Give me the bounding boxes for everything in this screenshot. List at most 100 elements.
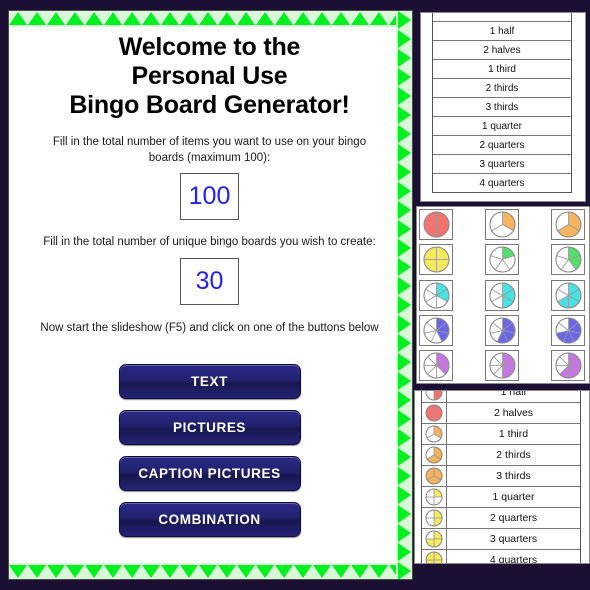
border-triangle	[398, 429, 411, 447]
border-triangle	[218, 12, 236, 25]
border-triangle	[161, 12, 179, 25]
word-list-row: 1 quarter	[433, 117, 571, 136]
fraction-pie-icon	[422, 391, 447, 402]
page-title: Welcome to the Personal Use Bingo Board …	[25, 33, 394, 120]
word-list-row: 4 quarters	[479, 177, 525, 189]
border-triangle	[104, 565, 122, 578]
word-list-row: 3 quarters	[433, 155, 571, 174]
main-slide: Welcome to the Personal Use Bingo Board …	[8, 10, 413, 580]
fraction-pie-icon	[422, 487, 447, 507]
caption-list-row: 3 thirds	[422, 466, 580, 487]
border-triangle	[398, 49, 411, 67]
border-triangle	[398, 543, 411, 561]
fraction-pie-icon	[422, 508, 447, 528]
fraction-pie-cell	[419, 279, 453, 311]
caption-list: 1 half 2 halves 1 third 2 thirds 3 thirds 1 q…	[421, 391, 581, 564]
fraction-pie-cell	[485, 314, 519, 346]
bottom-triangle-border	[9, 563, 412, 579]
caption-list-row: 1 half	[422, 391, 580, 403]
border-triangle	[398, 372, 411, 390]
fraction-pie-icon	[422, 424, 447, 444]
items-count-input[interactable]: 100	[180, 173, 239, 221]
picture-grid-preview-panel[interactable]	[416, 206, 590, 384]
border-triangle	[275, 565, 293, 578]
text-button[interactable]: TEXT	[118, 363, 301, 399]
presentation-screen: Welcome to the Personal Use Bingo Board …	[0, 0, 590, 590]
caption-list-label: 2 quarters	[489, 512, 538, 524]
fraction-pie-cell	[419, 350, 453, 381]
border-triangle	[398, 220, 411, 238]
border-triangle	[398, 391, 411, 409]
fraction-pie-icon	[422, 466, 447, 486]
border-triangle	[104, 12, 122, 25]
border-triangle	[398, 448, 411, 466]
caption-list-label: 2 thirds	[496, 449, 531, 461]
border-triangle	[294, 565, 312, 578]
fraction-pie-icon	[422, 529, 447, 549]
border-triangle	[66, 12, 84, 25]
caption-list-row: 1 quarter	[422, 487, 580, 508]
fraction-pie-cell	[485, 279, 519, 311]
fraction-pie-cell	[551, 279, 585, 311]
slideshow-instruction: Now start the slideshow (F5) and click o…	[40, 321, 379, 334]
border-triangle	[398, 296, 411, 314]
picture-grid-column	[551, 209, 587, 381]
border-triangle	[313, 12, 331, 25]
border-triangle	[398, 562, 411, 579]
border-triangle	[398, 467, 411, 485]
fraction-pie-cell	[419, 244, 453, 276]
border-triangle	[398, 106, 411, 124]
border-triangle	[398, 239, 411, 257]
border-triangle	[332, 12, 350, 25]
fraction-pie-cell	[551, 244, 585, 276]
word-list-row: 2 halves	[433, 41, 571, 60]
border-triangle	[398, 315, 411, 333]
caption-list-label: 3 quarters	[489, 533, 538, 545]
slide-content: Welcome to the Personal Use Bingo Board …	[25, 29, 394, 561]
action-button-group: TEXT PICTURES CAPTION PICTURES COMBINATI…	[25, 363, 394, 537]
border-triangle	[351, 12, 369, 25]
border-triangle	[398, 11, 411, 29]
border-triangle	[398, 486, 411, 504]
top-triangle-border	[9, 11, 412, 27]
pictures-button[interactable]: PICTURES	[118, 409, 301, 445]
border-triangle	[47, 12, 65, 25]
border-triangle	[199, 565, 217, 578]
word-list-row: 2 quarters	[433, 136, 571, 155]
border-triangle	[28, 12, 46, 25]
combination-button[interactable]: COMBINATION	[118, 501, 301, 537]
border-triangle	[237, 565, 255, 578]
fraction-pie-cell	[485, 209, 519, 240]
border-triangle	[398, 353, 411, 371]
caption-pictures-button[interactable]: CAPTION PICTURES	[118, 455, 301, 491]
caption-list-label: 4 quarters	[489, 554, 538, 564]
word-list-preview-panel[interactable]: 1 half 2 halves 1 third 2 thirds 3 thirds 1 q…	[420, 12, 586, 202]
title-line-3: Bingo Board Generator!	[69, 91, 350, 119]
word-list-row: 1 half	[433, 22, 571, 41]
boards-count-input[interactable]: 30	[180, 257, 239, 305]
border-triangle	[398, 182, 411, 200]
border-triangle	[85, 565, 103, 578]
border-triangle	[398, 201, 411, 219]
border-triangle	[256, 565, 274, 578]
border-triangle	[398, 87, 411, 105]
border-triangle	[180, 565, 198, 578]
caption-list-row: 4 quarters	[422, 550, 580, 564]
fraction-pie-cell	[419, 314, 453, 346]
border-triangle	[398, 334, 411, 352]
fraction-pie-cell	[551, 314, 585, 346]
border-triangle	[313, 565, 331, 578]
fraction-pie-icon	[422, 403, 447, 423]
border-triangle	[398, 410, 411, 428]
border-triangle	[161, 565, 179, 578]
fraction-pie-icon	[422, 550, 447, 563]
border-triangle	[218, 565, 236, 578]
title-line-2: Personal Use	[131, 62, 288, 90]
border-triangle	[332, 565, 350, 578]
caption-list-preview-panel[interactable]: 1 half 2 halves 1 third 2 thirds 3 thirds 1 q…	[414, 390, 590, 564]
fraction-pie-cell	[551, 209, 585, 240]
items-instruction: Fill in the total number of items you wa…	[52, 136, 367, 164]
border-triangle	[398, 524, 411, 542]
title-line-1: Welcome to the	[118, 33, 301, 61]
border-triangle	[142, 565, 160, 578]
